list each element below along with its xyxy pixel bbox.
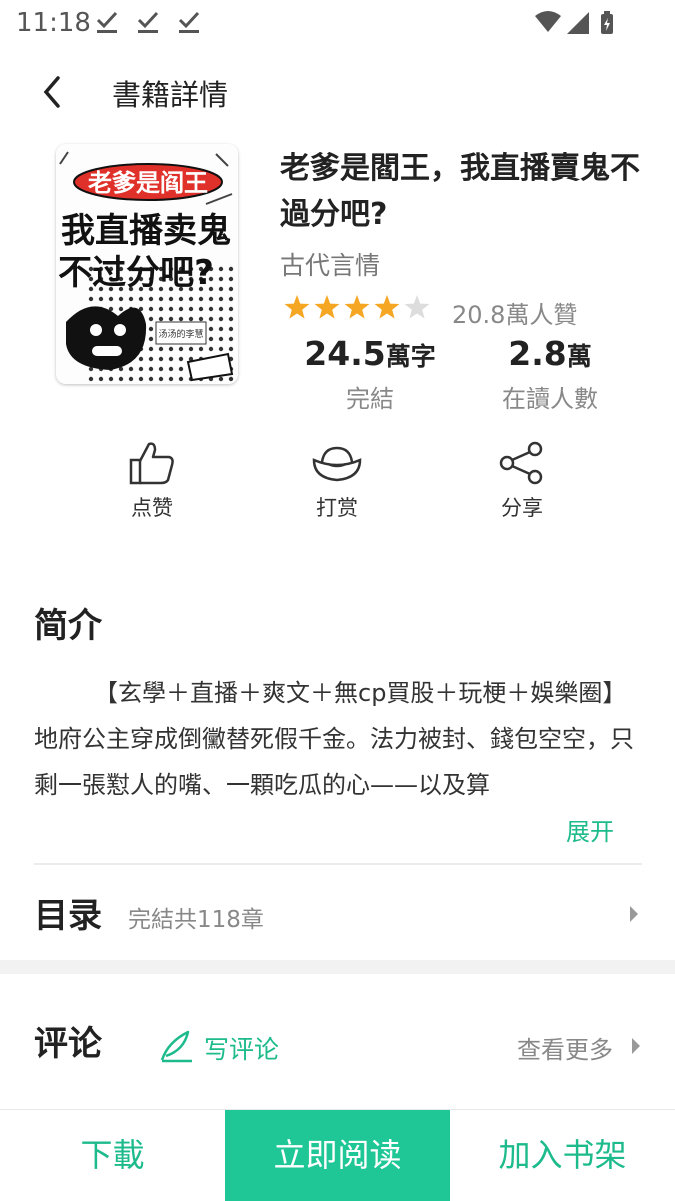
share-button[interactable]: 分享 [462, 440, 582, 522]
word-count-value: 24.5 [304, 334, 386, 373]
system-icons [535, 11, 613, 34]
cover-title-line2: 不过分吧? [58, 253, 214, 293]
book-cover[interactable]: 老爹是阎王 我直播卖鬼 不过分吧? 汤汤的李慧 [56, 144, 238, 384]
cover-author: 汤汤的李慧 [158, 328, 203, 340]
read-now-button[interactable]: 立即阅读 [225, 1110, 450, 1201]
comments-heading: 评论 [34, 1024, 102, 1064]
likes-count: 20.8萬人贊 [452, 301, 578, 329]
like-button[interactable]: 点赞 [92, 440, 212, 522]
pen-icon [160, 1030, 192, 1063]
star-filled-icon [284, 295, 310, 319]
like-label: 点赞 [131, 496, 173, 520]
download-done-icon [137, 11, 159, 33]
page-title: 書籍詳情 [112, 78, 229, 112]
cover-badge-text: 老爹是阎王 [88, 169, 208, 197]
readers-stat: 2.8萬 在讀人數 [460, 334, 640, 414]
reward-button[interactable]: 打赏 [277, 440, 397, 522]
intro-heading: 简介 [34, 606, 102, 646]
share-label: 分享 [501, 496, 543, 520]
back-arrow-icon[interactable] [36, 70, 76, 114]
star-empty-icon [404, 295, 430, 319]
section-separator [0, 960, 675, 974]
write-comment-button[interactable]: 写评论 [158, 1028, 279, 1064]
word-count-unit: 萬字 [385, 342, 436, 371]
intro-text-body: 【玄學＋直播＋爽文＋無cp買股＋玩梗＋娛樂圈】地府公主穿成倒黴替死假千金。法力被… [34, 679, 634, 799]
expand-link[interactable]: 展开 [566, 812, 614, 847]
divider [34, 863, 642, 865]
status-bar: 11:18 [0, 0, 675, 46]
word-count-stat: 24.5萬字 完結 [280, 334, 460, 414]
star-filled-icon [314, 295, 340, 319]
star-filled-icon [344, 295, 370, 319]
download-button[interactable]: 下載 [0, 1110, 225, 1201]
chevron-right-icon [632, 1038, 640, 1054]
write-comment-label: 写评论 [204, 1035, 280, 1064]
gold-ingot-icon [312, 446, 362, 482]
rating-stars [284, 295, 430, 319]
readers-unit: 萬 [566, 342, 592, 371]
see-more-label: 查看更多 [517, 1036, 613, 1064]
bottom-action-bar: 下載 立即阅读 加入书架 [0, 1109, 675, 1201]
readers-value: 2.8 [508, 334, 567, 373]
top-bar: 書籍詳情 [0, 46, 675, 136]
download-done-icon [178, 11, 200, 33]
status-time: 11:18 [16, 8, 91, 38]
see-more-link[interactable]: 查看更多 [517, 1030, 613, 1065]
book-category[interactable]: 古代言情 [280, 246, 380, 282]
book-title: 老爹是閻王，我直播賣鬼不過分吧? [280, 151, 640, 232]
cover-title-line1: 我直播卖鬼 [61, 211, 231, 251]
wifi-icon [535, 11, 561, 32]
star-filled-icon [374, 295, 400, 319]
toc-heading: 目录 [34, 896, 102, 936]
reward-label: 打赏 [316, 496, 358, 520]
readers-label: 在讀人數 [502, 385, 598, 413]
download-done-icon [96, 11, 118, 33]
chevron-right-icon [630, 906, 638, 922]
toc-chapter-count: 完結共118章 [128, 907, 264, 933]
intro-text: 【玄學＋直播＋爽文＋無cp買股＋玩梗＋娛樂圈】地府公主穿成倒黴替死假千金。法力被… [34, 670, 644, 808]
completion-status: 完結 [346, 385, 394, 413]
add-to-shelf-button[interactable]: 加入书架 [450, 1110, 675, 1201]
thumbs-up-icon [129, 442, 174, 485]
share-icon [499, 441, 543, 485]
signal-icon [567, 12, 589, 34]
